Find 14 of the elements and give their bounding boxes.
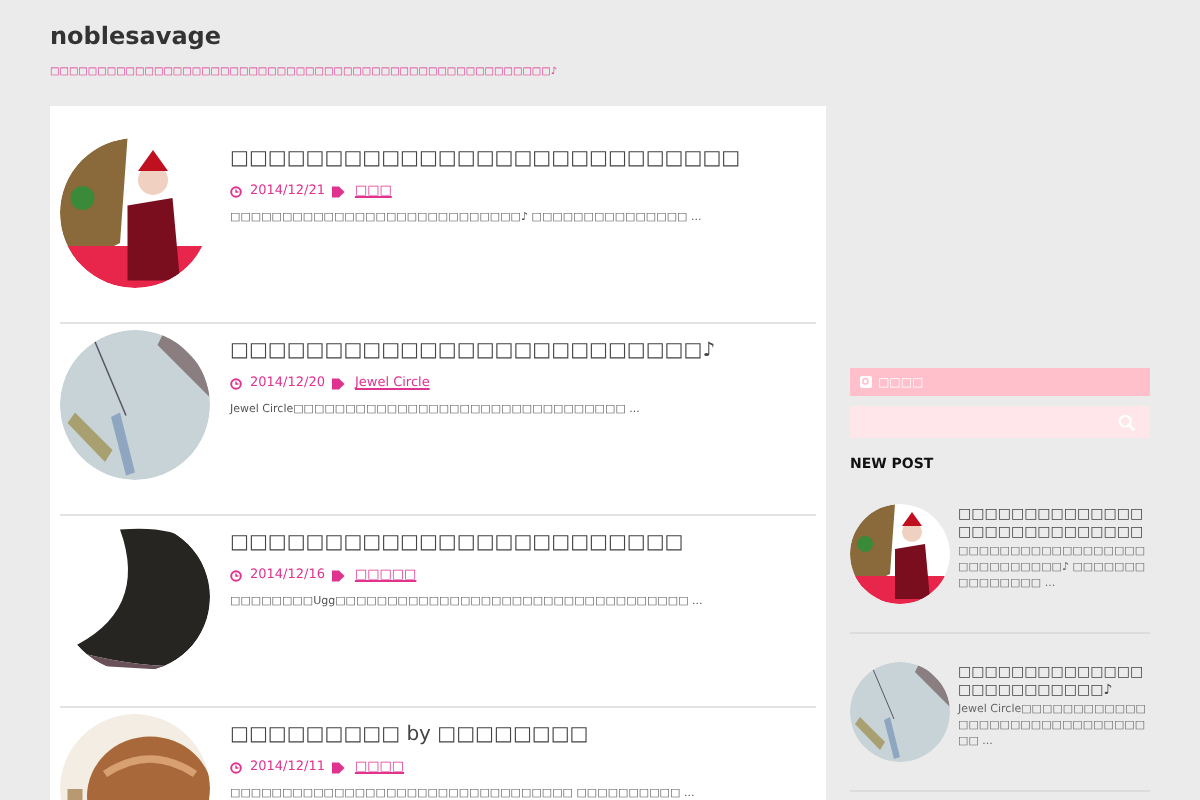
tag-icon bbox=[332, 377, 347, 390]
search-field[interactable] bbox=[850, 406, 1150, 438]
clock-icon bbox=[230, 761, 242, 774]
clock-icon bbox=[230, 185, 242, 198]
clock-icon bbox=[230, 569, 242, 582]
post-title[interactable]: □□□□□□□□□ by □□□□□□□□ bbox=[230, 722, 589, 750]
tag-icon bbox=[332, 569, 347, 582]
tag-icon bbox=[332, 185, 347, 198]
site-title[interactable]: noblesavage bbox=[50, 22, 1200, 50]
post-title[interactable]: □□□□□□□□□□□□□□□□□□□□□□□□ bbox=[230, 530, 684, 558]
tag-icon bbox=[332, 761, 347, 774]
post-title[interactable]: □□□□□□□□□□□□□□□□□□□□□□□□□♪ bbox=[230, 338, 716, 366]
post-title[interactable]: □□□□□□□□□□□□□□□□□□□□□□□□□□□ bbox=[230, 146, 741, 174]
clock-icon bbox=[230, 377, 242, 390]
